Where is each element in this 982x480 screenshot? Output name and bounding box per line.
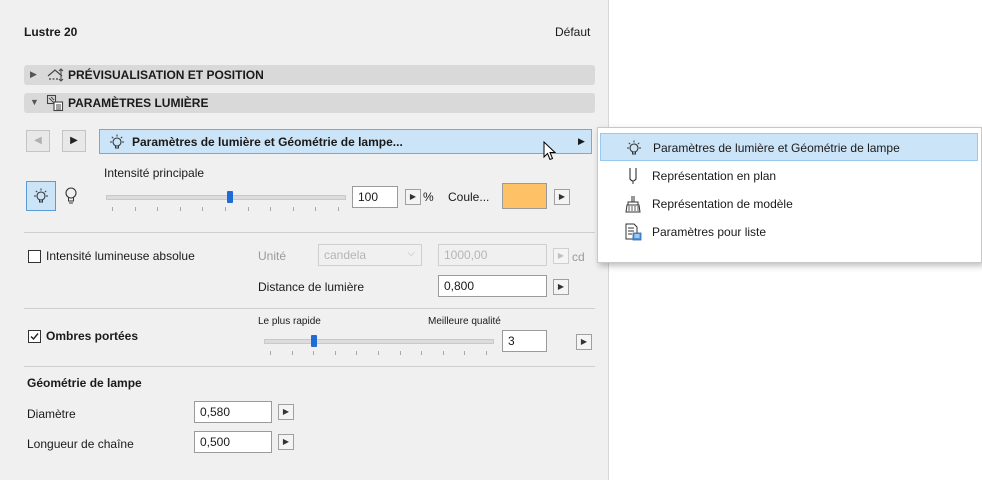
slider-tick xyxy=(247,207,249,211)
shadows-checkbox[interactable] xyxy=(28,330,41,343)
divider xyxy=(24,308,595,309)
shadow-slider-track[interactable] xyxy=(264,339,494,344)
slider-tick xyxy=(157,207,159,211)
shadow-fast-label: Le plus rapide xyxy=(258,316,321,327)
distance-label: Distance de lumière xyxy=(258,280,365,294)
preset-label[interactable]: Défaut xyxy=(555,25,590,39)
next-page-button[interactable]: ▶ xyxy=(62,130,86,152)
chain-length-menu-button[interactable]: ▶ xyxy=(278,434,294,450)
intensity-input[interactable]: 100 xyxy=(352,186,398,208)
slider-tick xyxy=(356,351,358,355)
listing-icon xyxy=(625,223,642,241)
menu-item-plan-representation[interactable]: Représentation en plan xyxy=(600,162,978,190)
section-light-parameters[interactable]: ▼ PARAMÈTRES LUMIÈRE xyxy=(24,93,595,113)
light-color-swatch[interactable] xyxy=(502,183,547,209)
page-selector-dropdown[interactable]: Paramètres de lumière et Géométrie de la… xyxy=(99,129,592,154)
color-menu-button[interactable]: ▶ xyxy=(554,189,570,205)
absolute-value-input[interactable]: 1000,00 xyxy=(438,244,547,266)
absolute-value-unit: cd xyxy=(572,250,585,264)
chain-length-label: Longueur de chaîne xyxy=(27,437,134,451)
menu-item-model-representation[interactable]: Représentation de modèle xyxy=(600,190,978,218)
panel-title: Lustre 20 xyxy=(24,25,78,39)
divider xyxy=(24,232,595,233)
slider-tick xyxy=(315,207,317,211)
distance-menu-button[interactable]: ▶ xyxy=(553,279,569,295)
section-preview-position[interactable]: ▶ PRÉVISUALISATION ET POSITION xyxy=(24,65,595,85)
slider-tick xyxy=(291,351,293,355)
model-brush-icon xyxy=(625,196,641,213)
slider-tick xyxy=(134,207,136,211)
unit-select[interactable]: candela ⌵ xyxy=(318,244,422,266)
slider-tick xyxy=(338,207,339,211)
slider-tick xyxy=(202,207,204,211)
divider xyxy=(24,366,595,367)
diameter-input[interactable]: 0,580 xyxy=(194,401,272,423)
chevron-down-icon: ⌵ xyxy=(407,248,415,259)
slider-tick xyxy=(313,351,315,355)
checkmark-icon xyxy=(30,333,39,341)
settings-panel: Lustre 20 Défaut ▶ PRÉVISUALISATION ET P… xyxy=(0,0,609,480)
slider-tick xyxy=(442,351,444,355)
slider-tick xyxy=(334,351,336,355)
light-bulb-icon xyxy=(110,134,124,149)
diameter-menu-button[interactable]: ▶ xyxy=(278,404,294,420)
intensity-slider-thumb[interactable] xyxy=(226,191,233,203)
shadow-quality-input[interactable]: 3 xyxy=(502,330,547,352)
slider-tick xyxy=(464,351,466,355)
absolute-value-menu-button[interactable]: ▶ xyxy=(553,248,569,264)
light-bulb-off-icon[interactable] xyxy=(62,186,80,206)
menu-item-listing-parameters[interactable]: Paramètres pour liste xyxy=(600,218,978,246)
shadow-quality-menu-button[interactable]: ▶ xyxy=(576,334,592,350)
absolute-intensity-label: Intensité lumineuse absolue xyxy=(46,249,195,263)
menu-item-light-geometry[interactable]: Paramètres de lumière et Géométrie de la… xyxy=(600,133,978,161)
preview-position-icon xyxy=(47,68,64,82)
section-label: PRÉVISUALISATION ET POSITION xyxy=(68,68,264,82)
slider-tick xyxy=(225,207,226,211)
shadows-label: Ombres portées xyxy=(46,329,139,343)
slider-tick xyxy=(486,351,487,355)
unit-select-value: candela xyxy=(324,248,367,262)
slider-tick xyxy=(399,351,401,355)
page-selector-menu: Paramètres de lumière et Géométrie de la… xyxy=(597,127,982,263)
slider-tick xyxy=(292,207,294,211)
geometry-heading: Géométrie de lampe xyxy=(27,376,142,390)
collapse-arrow-icon: ▼ xyxy=(30,97,39,107)
slider-tick xyxy=(270,351,271,355)
light-on-toggle[interactable] xyxy=(26,181,56,211)
slider-tick xyxy=(421,351,423,355)
absolute-intensity-checkbox[interactable] xyxy=(28,250,41,263)
intensity-menu-button[interactable]: ▶ xyxy=(405,189,421,205)
slider-tick xyxy=(270,207,272,211)
intensity-label: Intensité principale xyxy=(104,166,205,180)
intensity-unit: % xyxy=(423,190,434,204)
submenu-arrow-icon: ▶ xyxy=(578,136,585,146)
shadow-best-label: Meilleure qualité xyxy=(428,316,501,327)
light-parameters-icon xyxy=(46,94,64,112)
menu-item-label: Paramètres pour liste xyxy=(652,225,767,239)
section-label: PARAMÈTRES LUMIÈRE xyxy=(68,96,209,110)
light-bulb-icon xyxy=(627,140,641,155)
menu-item-label: Représentation en plan xyxy=(652,169,777,183)
diameter-label: Diamètre xyxy=(27,407,76,421)
distance-input[interactable]: 0,800 xyxy=(438,275,547,297)
previous-page-button[interactable]: ◀ xyxy=(26,130,50,152)
page-selector-label: Paramètres de lumière et Géométrie de la… xyxy=(132,135,403,149)
plan-symbol-icon xyxy=(629,168,637,184)
color-label: Coule... xyxy=(448,190,490,204)
chain-length-input[interactable]: 0,500 xyxy=(194,431,272,453)
menu-item-label: Représentation de modèle xyxy=(652,197,793,211)
expand-arrow-icon: ▶ xyxy=(30,69,37,79)
shadow-slider-thumb[interactable] xyxy=(311,335,318,347)
light-bulb-on-icon xyxy=(34,188,48,203)
slider-tick xyxy=(378,351,379,355)
slider-tick xyxy=(112,207,113,211)
menu-item-label: Paramètres de lumière et Géométrie de la… xyxy=(653,141,900,155)
slider-tick xyxy=(179,207,181,211)
mouse-cursor-icon xyxy=(543,141,557,161)
unit-label: Unité xyxy=(258,249,287,263)
